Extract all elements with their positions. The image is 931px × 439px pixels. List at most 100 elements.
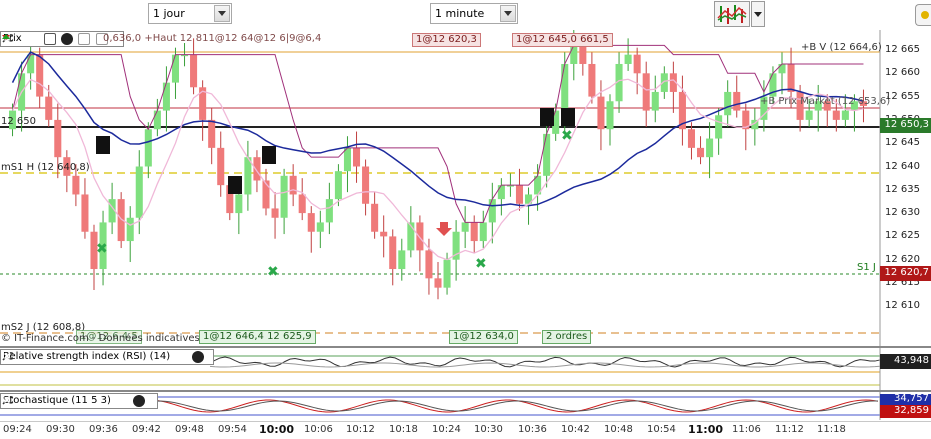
close-icon[interactable] — [3, 395, 146, 407]
time-tick-label: 09:24 — [3, 424, 32, 435]
rsi-signal-line — [209, 362, 881, 368]
chevron-down-icon[interactable] — [500, 5, 516, 22]
s1-j-label: S1 J — [857, 262, 876, 273]
candle — [316, 210, 324, 249]
signal-block — [96, 136, 110, 154]
close-icon[interactable] — [3, 351, 205, 363]
signal-cross-icon: ✖ — [267, 264, 279, 280]
interval-select-value: 1 minute — [435, 7, 485, 20]
signal-block — [228, 176, 242, 194]
time-tick-label: 11:00 — [688, 423, 724, 436]
sell-signal-arrow-icon — [436, 222, 452, 236]
ms1-h-label: mS1 H (12 640,8) — [1, 162, 90, 173]
candle-body — [724, 91, 732, 116]
candle-body — [371, 203, 379, 232]
rsi-value-box: 43,948 — [880, 354, 931, 369]
rsi-pane-header: Relative strength index (RSI) (14) — [0, 349, 214, 365]
period-select[interactable]: 1 jour — [148, 3, 232, 24]
order-tag[interactable]: 1@12 634,0 — [449, 330, 518, 344]
candle — [497, 178, 505, 216]
candle-body — [832, 110, 840, 120]
time-tick-label: 10:06 — [304, 424, 333, 435]
candle-body — [416, 222, 424, 251]
candle-body — [353, 147, 361, 167]
candle-body — [488, 199, 496, 223]
candle — [651, 75, 659, 123]
candle — [814, 84, 822, 132]
candle-body — [253, 157, 261, 181]
candle — [416, 215, 424, 272]
candle-body — [334, 171, 342, 200]
candle — [298, 178, 306, 221]
price-tick-label: 12 630 — [885, 207, 920, 219]
price-tick-label: 12 625 — [885, 230, 920, 242]
order-tag[interactable]: 1@12 646,4 12 625,9 — [199, 330, 316, 344]
candle-body — [570, 45, 578, 64]
candle — [642, 61, 650, 127]
order-tag[interactable]: 1@12 620,3 — [412, 33, 481, 47]
candle-body — [443, 259, 451, 288]
candle — [90, 224, 98, 290]
candle-body — [697, 147, 705, 158]
candle-body — [841, 110, 849, 120]
signal-cross-icon: ✖ — [96, 241, 108, 257]
candle-body — [325, 199, 333, 223]
candle — [362, 159, 370, 216]
candle-body — [425, 250, 433, 279]
candle-body — [153, 110, 161, 130]
time-tick-label: 10:54 — [647, 424, 676, 435]
candle-body — [633, 54, 641, 74]
candle-body — [606, 101, 614, 130]
wrench-icon[interactable] — [2, 33, 39, 45]
time-tick-label: 09:54 — [218, 424, 247, 435]
stoch-d-line — [149, 400, 879, 412]
candle-body — [126, 217, 134, 242]
candle-body — [642, 73, 650, 111]
time-tick-label: 11:18 — [817, 424, 846, 435]
candle — [217, 131, 225, 197]
candle — [633, 47, 641, 95]
wrench-icon[interactable] — [2, 351, 187, 363]
candle-body — [715, 115, 723, 139]
wrench-icon[interactable] — [2, 395, 128, 407]
sell-arrow-icon[interactable] — [2, 33, 91, 45]
stochastic-pane[interactable]: Stochastique (11 5 3) 34,757 32,859 — [0, 392, 931, 420]
candle — [425, 238, 433, 295]
candle-body — [651, 91, 659, 111]
candle-body — [515, 185, 523, 204]
time-tick-label: 10:18 — [389, 424, 418, 435]
candle — [434, 262, 442, 300]
candle-body — [27, 54, 35, 74]
candle — [715, 108, 723, 155]
chart-type-dropdown[interactable] — [751, 1, 765, 27]
order-tag[interactable]: 2 ordres — [542, 330, 592, 344]
candle-body — [787, 63, 795, 92]
candle-body — [217, 147, 225, 186]
order-tag[interactable]: 1@12 645,0 661,5 — [512, 33, 613, 47]
close-icon[interactable] — [3, 33, 74, 45]
candle-body — [579, 45, 587, 64]
candle-body — [208, 119, 216, 148]
s1-price-box: 12 620,7 — [880, 266, 931, 281]
candle-body — [479, 222, 487, 242]
price-pane[interactable]: ✖ ✖ ✖ ✖ Prix 0,636,0 +Haut 12 811@12 64@12 … — [0, 30, 931, 346]
candle-body — [235, 194, 243, 214]
candle-body — [280, 175, 288, 218]
period-select-value: 1 jour — [153, 7, 185, 20]
candle — [407, 206, 415, 258]
time-tick-label: 09:42 — [132, 424, 161, 435]
candle-body — [162, 82, 170, 111]
rsi-pane[interactable]: Relative strength index (RSI) (14) 43,94… — [0, 348, 931, 390]
price-tick-label: 12 645 — [885, 137, 920, 149]
candle-body — [561, 63, 569, 111]
window-options-button[interactable] — [915, 4, 931, 26]
candle-body — [543, 133, 551, 176]
maximize-icon[interactable] — [44, 33, 57, 45]
candle-body — [316, 222, 324, 232]
candle — [144, 122, 152, 179]
interval-select[interactable]: 1 minute — [430, 3, 518, 24]
chevron-down-icon[interactable] — [214, 5, 230, 22]
price-tick-label: 12 640 — [885, 160, 920, 172]
candle-body — [171, 54, 179, 83]
chart-type-button[interactable] — [714, 1, 750, 27]
